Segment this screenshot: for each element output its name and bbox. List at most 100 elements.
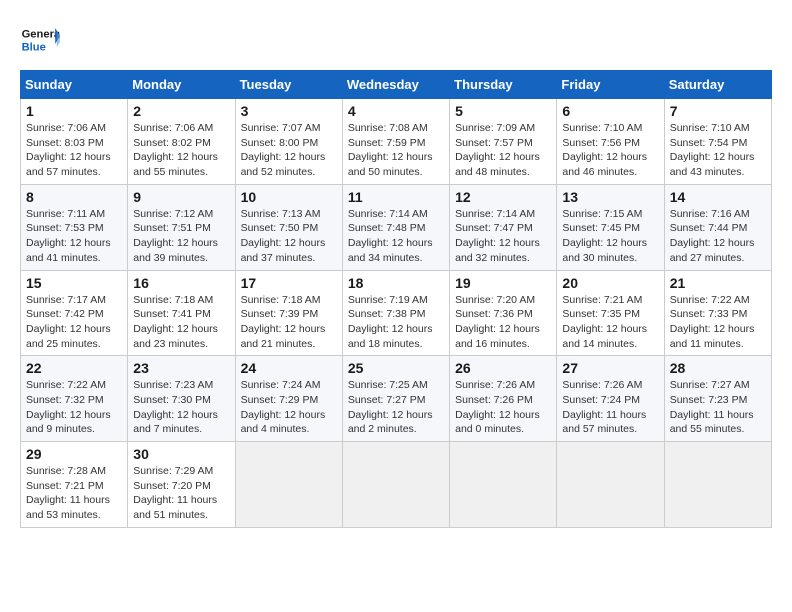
day-info: Sunrise: 7:26 AMSunset: 7:24 PMDaylight:…	[562, 378, 658, 437]
day-number: 18	[348, 275, 444, 291]
day-info: Sunrise: 7:25 AMSunset: 7:27 PMDaylight:…	[348, 378, 444, 437]
day-info: Sunrise: 7:09 AMSunset: 7:57 PMDaylight:…	[455, 121, 551, 180]
calendar-week-row: 1 Sunrise: 7:06 AMSunset: 8:03 PMDaylight…	[21, 99, 772, 185]
calendar-week-row: 8 Sunrise: 7:11 AMSunset: 7:53 PMDaylight…	[21, 184, 772, 270]
day-number: 28	[670, 360, 766, 376]
day-number: 13	[562, 189, 658, 205]
day-info: Sunrise: 7:14 AMSunset: 7:48 PMDaylight:…	[348, 207, 444, 266]
day-info: Sunrise: 7:11 AMSunset: 7:53 PMDaylight:…	[26, 207, 122, 266]
day-info: Sunrise: 7:14 AMSunset: 7:47 PMDaylight:…	[455, 207, 551, 266]
day-info: Sunrise: 7:28 AMSunset: 7:21 PMDaylight:…	[26, 464, 122, 523]
day-number: 12	[455, 189, 551, 205]
weekday-header: Saturday	[664, 71, 771, 99]
calendar-day-cell: 7Sunrise: 7:10 AMSunset: 7:54 PMDaylight…	[664, 99, 771, 185]
logo: General Blue	[20, 20, 64, 60]
day-info: Sunrise: 7:27 AMSunset: 7:23 PMDaylight:…	[670, 378, 766, 437]
day-number: 30	[133, 446, 229, 462]
day-number: 29	[26, 446, 122, 462]
day-number: 19	[455, 275, 551, 291]
day-number: 2	[133, 103, 229, 119]
day-info: Sunrise: 7:23 AMSunset: 7:30 PMDaylight:…	[133, 378, 229, 437]
page-header: General Blue	[20, 20, 772, 60]
calendar-day-cell: 17 Sunrise: 7:18 AMSunset: 7:39 PMDayligh…	[235, 270, 342, 356]
day-info: Sunrise: 7:10 AMSunset: 7:54 PMDaylight:…	[670, 121, 766, 180]
calendar-day-cell: 9Sunrise: 7:12 AMSunset: 7:51 PMDaylight…	[128, 184, 235, 270]
day-info: Sunrise: 7:18 AMSunset: 7:39 PMDaylight:…	[241, 293, 337, 352]
weekday-header: Sunday	[21, 71, 128, 99]
weekday-header: Tuesday	[235, 71, 342, 99]
day-number: 27	[562, 360, 658, 376]
calendar-week-row: 15Sunrise: 7:17 AMSunset: 7:42 PMDayligh…	[21, 270, 772, 356]
day-info: Sunrise: 7:12 AMSunset: 7:51 PMDaylight:…	[133, 207, 229, 266]
calendar-day-cell: 26 Sunrise: 7:26 AMSunset: 7:26 PMDayligh…	[450, 356, 557, 442]
weekday-header: Monday	[128, 71, 235, 99]
calendar-day-cell: 2 Sunrise: 7:06 AMSunset: 8:02 PMDaylight…	[128, 99, 235, 185]
day-number: 6	[562, 103, 658, 119]
calendar-day-cell: 30 Sunrise: 7:29 AMSunset: 7:20 PMDayligh…	[128, 442, 235, 528]
calendar-day-cell: 21 Sunrise: 7:22 AMSunset: 7:33 PMDayligh…	[664, 270, 771, 356]
day-info: Sunrise: 7:06 AMSunset: 8:02 PMDaylight:…	[133, 121, 229, 180]
calendar-week-row: 22 Sunrise: 7:22 AMSunset: 7:32 PMDayligh…	[21, 356, 772, 442]
day-info: Sunrise: 7:26 AMSunset: 7:26 PMDaylight:…	[455, 378, 551, 437]
day-number: 14	[670, 189, 766, 205]
day-info: Sunrise: 7:22 AMSunset: 7:33 PMDaylight:…	[670, 293, 766, 352]
calendar-day-cell: 12 Sunrise: 7:14 AMSunset: 7:47 PMDayligh…	[450, 184, 557, 270]
calendar-day-cell: 22 Sunrise: 7:22 AMSunset: 7:32 PMDayligh…	[21, 356, 128, 442]
calendar-day-cell: 25 Sunrise: 7:25 AMSunset: 7:27 PMDayligh…	[342, 356, 449, 442]
calendar-day-cell: 20 Sunrise: 7:21 AMSunset: 7:35 PMDayligh…	[557, 270, 664, 356]
day-info: Sunrise: 7:21 AMSunset: 7:35 PMDaylight:…	[562, 293, 658, 352]
day-info: Sunrise: 7:13 AMSunset: 7:50 PMDaylight:…	[241, 207, 337, 266]
calendar-day-cell	[664, 442, 771, 528]
day-number: 5	[455, 103, 551, 119]
calendar-day-cell: 13Sunrise: 7:15 AMSunset: 7:45 PMDayligh…	[557, 184, 664, 270]
day-info: Sunrise: 7:20 AMSunset: 7:36 PMDaylight:…	[455, 293, 551, 352]
calendar-day-cell: 11 Sunrise: 7:14 AMSunset: 7:48 PMDayligh…	[342, 184, 449, 270]
calendar-day-cell: 16Sunrise: 7:18 AMSunset: 7:41 PMDayligh…	[128, 270, 235, 356]
day-info: Sunrise: 7:29 AMSunset: 7:20 PMDaylight:…	[133, 464, 229, 523]
calendar-day-cell: 6Sunrise: 7:10 AMSunset: 7:56 PMDaylight…	[557, 99, 664, 185]
calendar-day-cell: 29 Sunrise: 7:28 AMSunset: 7:21 PMDayligh…	[21, 442, 128, 528]
logo-icon: General Blue	[20, 20, 60, 60]
calendar-day-cell: 23 Sunrise: 7:23 AMSunset: 7:30 PMDayligh…	[128, 356, 235, 442]
calendar-day-cell: 10 Sunrise: 7:13 AMSunset: 7:50 PMDayligh…	[235, 184, 342, 270]
day-number: 10	[241, 189, 337, 205]
svg-text:Blue: Blue	[22, 41, 46, 53]
day-number: 1	[26, 103, 122, 119]
calendar-day-cell: 18Sunrise: 7:19 AMSunset: 7:38 PMDayligh…	[342, 270, 449, 356]
day-info: Sunrise: 7:06 AMSunset: 8:03 PMDaylight:…	[26, 121, 122, 180]
day-number: 25	[348, 360, 444, 376]
day-number: 17	[241, 275, 337, 291]
day-number: 20	[562, 275, 658, 291]
day-info: Sunrise: 7:08 AMSunset: 7:59 PMDaylight:…	[348, 121, 444, 180]
calendar-day-cell: 19 Sunrise: 7:20 AMSunset: 7:36 PMDayligh…	[450, 270, 557, 356]
weekday-header: Thursday	[450, 71, 557, 99]
calendar-day-cell: 4Sunrise: 7:08 AMSunset: 7:59 PMDaylight…	[342, 99, 449, 185]
day-number: 22	[26, 360, 122, 376]
calendar-day-cell	[450, 442, 557, 528]
weekday-header: Wednesday	[342, 71, 449, 99]
svg-text:General: General	[22, 29, 60, 41]
calendar-day-cell	[557, 442, 664, 528]
day-number: 8	[26, 189, 122, 205]
day-number: 21	[670, 275, 766, 291]
day-info: Sunrise: 7:24 AMSunset: 7:29 PMDaylight:…	[241, 378, 337, 437]
calendar-day-cell: 15Sunrise: 7:17 AMSunset: 7:42 PMDayligh…	[21, 270, 128, 356]
day-number: 23	[133, 360, 229, 376]
day-number: 16	[133, 275, 229, 291]
calendar-day-cell: 5 Sunrise: 7:09 AMSunset: 7:57 PMDaylight…	[450, 99, 557, 185]
calendar-week-row: 29 Sunrise: 7:28 AMSunset: 7:21 PMDayligh…	[21, 442, 772, 528]
day-info: Sunrise: 7:22 AMSunset: 7:32 PMDaylight:…	[26, 378, 122, 437]
calendar-day-cell: 27 Sunrise: 7:26 AMSunset: 7:24 PMDayligh…	[557, 356, 664, 442]
day-number: 15	[26, 275, 122, 291]
day-number: 11	[348, 189, 444, 205]
calendar-day-cell: 1 Sunrise: 7:06 AMSunset: 8:03 PMDaylight…	[21, 99, 128, 185]
calendar-day-cell: 3Sunrise: 7:07 AMSunset: 8:00 PMDaylight…	[235, 99, 342, 185]
weekday-header: Friday	[557, 71, 664, 99]
day-number: 26	[455, 360, 551, 376]
day-number: 3	[241, 103, 337, 119]
calendar-header-row: SundayMondayTuesdayWednesdayThursdayFrid…	[21, 71, 772, 99]
calendar-day-cell	[235, 442, 342, 528]
calendar-day-cell: 24 Sunrise: 7:24 AMSunset: 7:29 PMDayligh…	[235, 356, 342, 442]
day-number: 24	[241, 360, 337, 376]
calendar-day-cell: 28 Sunrise: 7:27 AMSunset: 7:23 PMDayligh…	[664, 356, 771, 442]
